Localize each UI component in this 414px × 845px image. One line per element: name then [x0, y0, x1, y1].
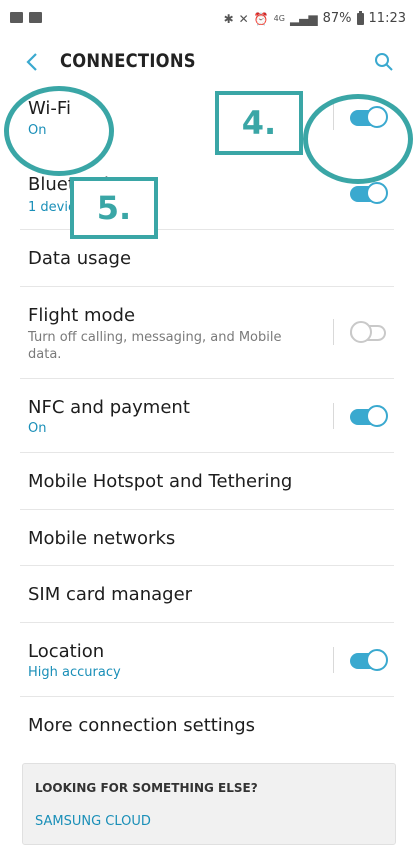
- nfc-status: On: [28, 421, 47, 436]
- bluetooth-icon: ✱: [223, 11, 234, 26]
- status-indicators: ✱ ✕ ⏰ 4G ▂▄▆ 87% 11:23: [223, 10, 406, 26]
- toggle-knob: [366, 182, 388, 204]
- mobile-networks-row[interactable]: Mobile networks: [0, 510, 414, 566]
- mobile-networks-label: Mobile networks: [28, 528, 176, 549]
- annotation-circle-wifi: [4, 86, 114, 176]
- nfc-label: NFC and payment: [28, 397, 190, 418]
- back-button[interactable]: [16, 46, 48, 78]
- notification-icons: [10, 12, 42, 23]
- nfc-toggle[interactable]: [348, 405, 388, 427]
- location-toggle[interactable]: [348, 649, 388, 671]
- flight-mode-toggle[interactable]: [348, 321, 388, 343]
- samsung-cloud-link[interactable]: SAMSUNG CLOUD: [35, 814, 151, 829]
- clock: 11:23: [368, 11, 406, 26]
- location-row[interactable]: Location High accuracy: [0, 623, 414, 697]
- hotspot-label: Mobile Hotspot and Tethering: [28, 471, 293, 492]
- page-title: CONNECTIONS: [60, 50, 196, 72]
- search-button[interactable]: [368, 46, 400, 78]
- flight-mode-row[interactable]: Flight mode Turn off calling, messaging,…: [0, 287, 414, 379]
- search-icon: [375, 53, 393, 71]
- battery-icon: [356, 10, 364, 25]
- mute-icon: ✕: [238, 11, 249, 26]
- flight-mode-label: Flight mode: [28, 305, 136, 326]
- more-settings-label: More connection settings: [28, 715, 256, 736]
- annotation-box-5: 5.: [70, 177, 158, 239]
- sim-manager-label: SIM card manager: [28, 584, 193, 605]
- hotspot-row[interactable]: Mobile Hotspot and Tethering: [0, 453, 414, 510]
- row-separator: [333, 403, 334, 429]
- annotation-circle-toggle: [303, 94, 413, 184]
- sim-manager-row[interactable]: SIM card manager: [0, 566, 414, 623]
- location-status: High accuracy: [28, 665, 121, 680]
- more-settings-row[interactable]: More connection settings: [0, 697, 414, 753]
- row-separator: [333, 319, 334, 345]
- bluetooth-toggle[interactable]: [348, 182, 388, 204]
- message-notification-icon: [29, 12, 42, 23]
- toggle-knob: [350, 321, 372, 343]
- app-header: CONNECTIONS: [0, 40, 414, 86]
- alarm-icon: ⏰: [253, 11, 269, 26]
- location-label: Location: [28, 641, 105, 662]
- suggestion-card-title: LOOKING FOR SOMETHING ELSE?: [35, 781, 258, 795]
- battery-percent: 87%: [322, 11, 352, 26]
- data-usage-row[interactable]: Data usage: [0, 230, 414, 287]
- annotation-box-4: 4.: [215, 91, 303, 155]
- gallery-notification-icon: [10, 12, 23, 23]
- data-usage-label: Data usage: [28, 248, 132, 269]
- chevron-left-icon: [26, 53, 37, 71]
- toggle-knob: [366, 649, 388, 671]
- status-bar: ✱ ✕ ⏰ 4G ▂▄▆ 87% 11:23: [0, 0, 414, 40]
- row-separator: [333, 647, 334, 673]
- flight-mode-description: Turn off calling, messaging, and Mobile …: [28, 330, 282, 362]
- network-type: 4G: [273, 14, 285, 23]
- toggle-knob: [366, 405, 388, 427]
- suggestion-card: LOOKING FOR SOMETHING ELSE? SAMSUNG CLOU…: [22, 763, 396, 845]
- signal-icon: ▂▄▆: [289, 11, 318, 26]
- nfc-row[interactable]: NFC and payment On: [0, 379, 414, 453]
